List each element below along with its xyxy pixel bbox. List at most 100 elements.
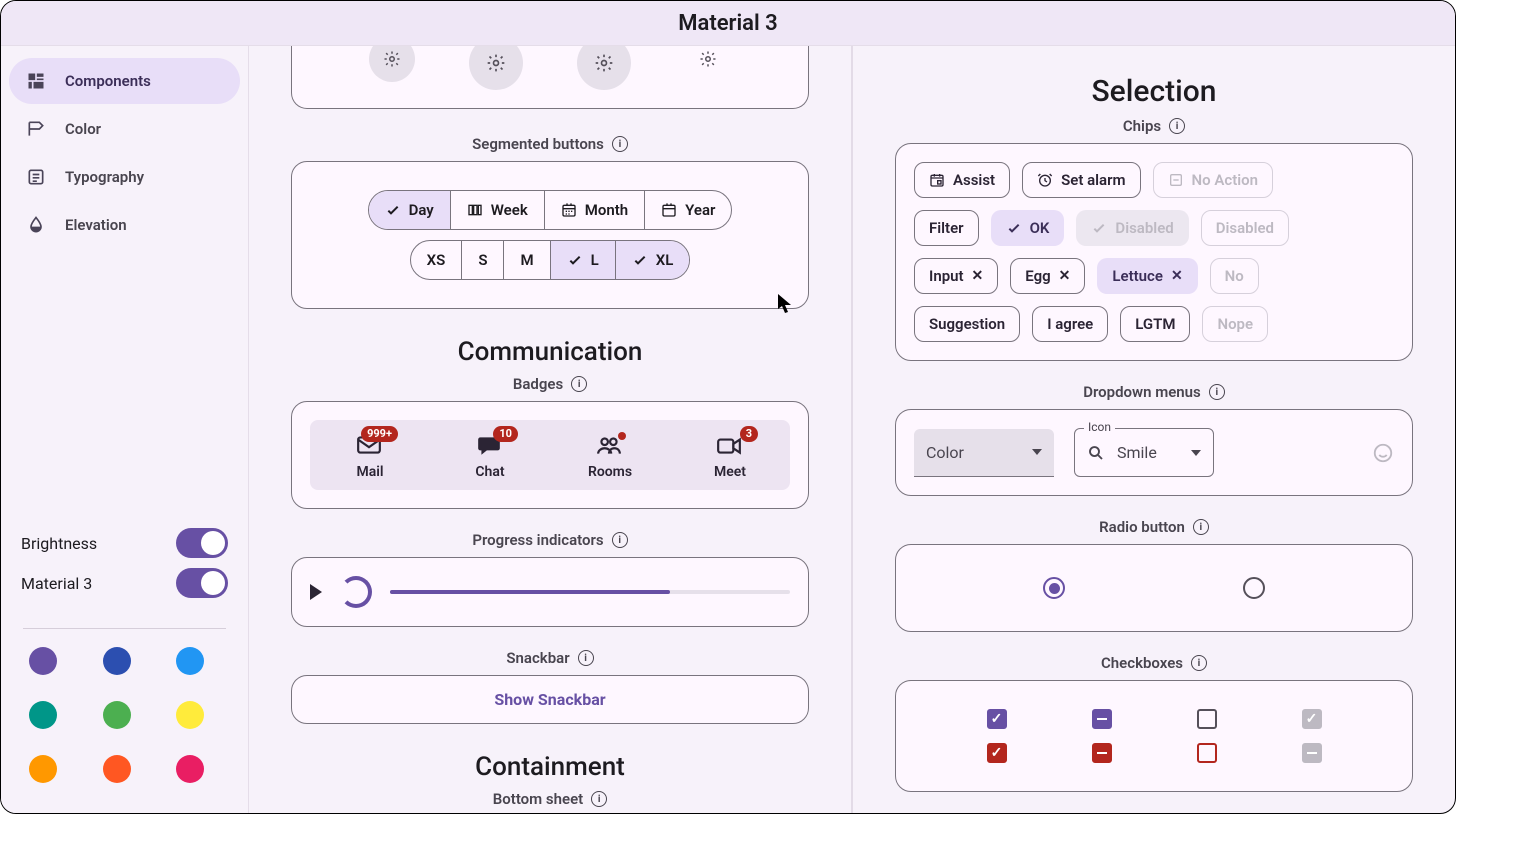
check-icon xyxy=(385,202,401,218)
checkbox-error-checked[interactable] xyxy=(987,743,1007,763)
info-icon[interactable]: i xyxy=(578,650,594,666)
info-icon[interactable]: i xyxy=(591,791,607,807)
sidebar-item-components[interactable]: Components xyxy=(9,58,240,104)
tab-mail[interactable]: 999+ Mail xyxy=(310,420,430,490)
seg-label: S xyxy=(478,251,487,269)
mail-icon: 999+ xyxy=(356,434,384,458)
segmented-group-sizes: XS S M L XL xyxy=(410,240,691,280)
chip-egg[interactable]: Egg✕ xyxy=(1010,258,1085,294)
chip-lgtm[interactable]: LGTM xyxy=(1120,306,1190,342)
palette-icon xyxy=(25,118,47,140)
checkbox-error-unchecked[interactable] xyxy=(1197,743,1217,763)
badge-count: 10 xyxy=(493,426,518,442)
seg-day[interactable]: Day xyxy=(369,191,451,229)
swatch-deep-orange[interactable] xyxy=(103,755,131,783)
text-snippet-icon xyxy=(25,166,47,188)
swatch-pink[interactable] xyxy=(176,755,204,783)
progress-title-text: Progress indicators xyxy=(472,531,603,549)
seg-week[interactable]: Week xyxy=(451,191,545,229)
chip-lettuce[interactable]: Lettuce✕ xyxy=(1097,258,1197,294)
info-icon[interactable]: i xyxy=(1169,118,1185,134)
info-icon[interactable]: i xyxy=(612,532,628,548)
people-icon xyxy=(596,434,624,458)
swatch-purple[interactable] xyxy=(29,647,57,675)
info-icon[interactable]: i xyxy=(1209,384,1225,400)
chip-label: No Action xyxy=(1192,171,1258,189)
seg-year[interactable]: Year xyxy=(645,191,731,229)
radio-option-1[interactable] xyxy=(1043,577,1065,599)
swatch-orange[interactable] xyxy=(29,755,57,783)
checkbox-unchecked[interactable] xyxy=(1197,709,1217,729)
checkboxes-card xyxy=(895,680,1413,792)
seg-s[interactable]: S xyxy=(462,241,504,279)
chip-set-alarm[interactable]: Set alarm xyxy=(1022,162,1140,198)
radio-option-2[interactable] xyxy=(1243,577,1265,599)
chip-label: I agree xyxy=(1047,315,1093,333)
icon-button-small[interactable] xyxy=(369,46,415,82)
chevron-down-icon xyxy=(1191,450,1201,456)
play-button[interactable] xyxy=(310,584,322,600)
block-icon xyxy=(1168,172,1184,188)
swatch-indigo[interactable] xyxy=(103,647,131,675)
icon-button-large[interactable] xyxy=(577,46,631,90)
dropdown-value: Smile xyxy=(1117,443,1157,462)
tab-rooms[interactable]: Rooms xyxy=(550,420,670,490)
check-icon xyxy=(1006,220,1022,236)
swatch-yellow[interactable] xyxy=(176,701,204,729)
info-icon[interactable]: i xyxy=(1193,519,1209,535)
tab-meet[interactable]: 3 Meet xyxy=(670,420,790,490)
chip-suggestion[interactable]: Suggestion xyxy=(914,306,1020,342)
chip-ok[interactable]: OK xyxy=(991,210,1065,246)
sidebar-item-typography[interactable]: Typography xyxy=(9,154,240,200)
seg-xs[interactable]: XS xyxy=(411,241,463,279)
chip-assist[interactable]: Assist xyxy=(914,162,1010,198)
close-icon[interactable]: ✕ xyxy=(1171,269,1183,283)
seg-month[interactable]: Month xyxy=(545,191,645,229)
sidebar-item-label: Components xyxy=(65,72,151,90)
info-icon[interactable]: i xyxy=(1191,655,1207,671)
checkbox-error-indeterminate[interactable] xyxy=(1092,743,1112,763)
material3-label: Material 3 xyxy=(21,574,92,593)
icon-button-medium[interactable] xyxy=(469,46,523,90)
close-icon[interactable]: ✕ xyxy=(1059,269,1071,283)
checkbox-primary-checked[interactable] xyxy=(987,709,1007,729)
sidebar-item-label: Elevation xyxy=(65,216,127,234)
info-icon[interactable]: i xyxy=(612,136,628,152)
view-week-icon xyxy=(467,202,483,218)
chip-input[interactable]: Input✕ xyxy=(914,258,998,294)
nav-list: Components Color Typography xyxy=(9,58,240,248)
sidebar-item-elevation[interactable]: Elevation xyxy=(9,202,240,248)
left-column[interactable]: Segmented buttons i Day Week Month Year xyxy=(249,46,853,813)
swatch-green[interactable] xyxy=(103,701,131,729)
sidebar-item-color[interactable]: Color xyxy=(9,106,240,152)
brightness-switch[interactable] xyxy=(176,528,228,558)
material3-switch[interactable] xyxy=(176,568,228,598)
info-icon[interactable]: i xyxy=(571,376,587,392)
sidebar-item-label: Color xyxy=(65,120,101,138)
right-column[interactable]: Selection Chips i Assist Set alarm No Ac… xyxy=(853,46,1455,813)
check-icon xyxy=(1091,220,1107,236)
seg-l[interactable]: L xyxy=(551,241,616,279)
progress-card xyxy=(291,557,809,627)
title-bar: Material 3 xyxy=(1,1,1455,46)
icon-button-ghost[interactable] xyxy=(685,46,731,82)
color-dropdown[interactable]: Color xyxy=(914,429,1054,477)
seg-label: Day xyxy=(409,201,434,219)
chip-filter[interactable]: Filter xyxy=(914,210,979,246)
linear-progress xyxy=(390,590,790,594)
tab-chat[interactable]: 10 Chat xyxy=(430,420,550,490)
swatch-blue[interactable] xyxy=(176,647,204,675)
sidebar-item-label: Typography xyxy=(65,168,144,186)
seg-xl[interactable]: XL xyxy=(616,241,690,279)
close-icon[interactable]: ✕ xyxy=(972,269,984,283)
icon-dropdown[interactable]: Smile xyxy=(1074,428,1214,477)
chip-label: LGTM xyxy=(1135,315,1175,333)
checkbox-primary-indeterminate[interactable] xyxy=(1092,709,1112,729)
chips-title-text: Chips xyxy=(1123,117,1161,135)
swatch-teal[interactable] xyxy=(29,701,57,729)
badge-count: 999+ xyxy=(361,426,398,442)
seg-m[interactable]: M xyxy=(504,241,550,279)
radio-card xyxy=(895,544,1413,632)
chip-i-agree[interactable]: I agree xyxy=(1032,306,1108,342)
show-snackbar-button[interactable]: Show Snackbar xyxy=(292,676,808,723)
